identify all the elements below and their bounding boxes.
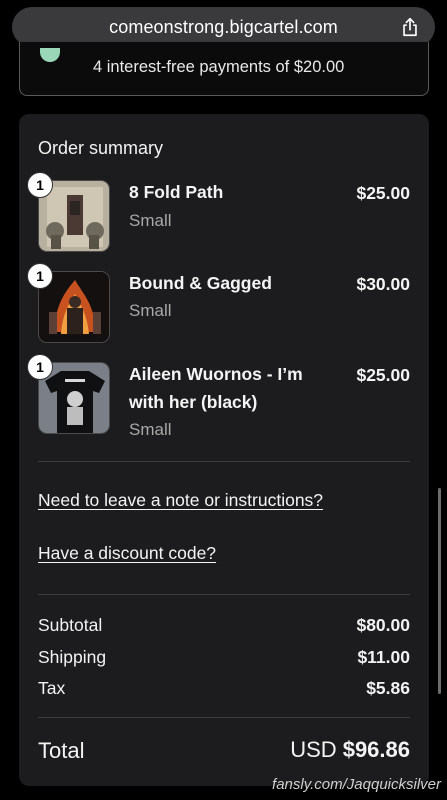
quantity-badge: 1 xyxy=(27,263,53,289)
divider xyxy=(38,461,410,462)
note-instructions-link[interactable]: Need to leave a note or instructions? xyxy=(38,490,323,511)
total-label: Total xyxy=(38,738,85,763)
quantity-badge: 1 xyxy=(27,172,53,198)
divider xyxy=(38,594,410,595)
watermark-text: fansly.com/Jaqquicksilver xyxy=(272,776,441,793)
tax-label: Tax xyxy=(38,678,66,698)
item-variant: Small xyxy=(129,420,172,439)
item-variant: Small xyxy=(129,211,172,230)
item-price: $25.00 xyxy=(356,365,410,385)
total-amount: USD $96.86 xyxy=(290,737,410,763)
url-text[interactable]: comeonstrong.bigcartel.com xyxy=(109,17,338,38)
subtotal-value: $80.00 xyxy=(356,615,410,635)
total-currency: USD xyxy=(290,737,337,762)
item-name: 8 Fold Path xyxy=(129,182,224,202)
total-value: $96.86 xyxy=(342,737,410,762)
shipping-label: Shipping xyxy=(38,647,107,667)
item-variant: Small xyxy=(129,301,172,320)
quantity-badge: 1 xyxy=(27,354,53,380)
item-name: Aileen Wuornos - I’m with her (black) xyxy=(129,364,303,412)
subtotal-label: Subtotal xyxy=(38,615,103,635)
item-name: Bound & Gagged xyxy=(129,273,272,293)
discount-code-link[interactable]: Have a discount code? xyxy=(38,543,216,564)
divider xyxy=(38,717,410,718)
share-icon[interactable] xyxy=(399,16,421,38)
check-icon xyxy=(40,48,60,62)
tax-value: $5.86 xyxy=(366,678,410,698)
order-summary-panel: Order summary 1 8 Fold Path Small $25.00… xyxy=(19,114,429,786)
scrollbar[interactable] xyxy=(438,488,441,694)
payment-option-box[interactable]: 4 interest-free payments of $20.00 xyxy=(19,42,429,96)
shipping-value: $11.00 xyxy=(357,647,410,667)
installment-text: 4 interest-free payments of $20.00 xyxy=(93,58,345,76)
item-price: $30.00 xyxy=(356,274,410,294)
address-bar[interactable]: comeonstrong.bigcartel.com xyxy=(12,7,435,47)
order-summary-title: Order summary xyxy=(38,138,164,158)
item-price: $25.00 xyxy=(356,183,410,203)
